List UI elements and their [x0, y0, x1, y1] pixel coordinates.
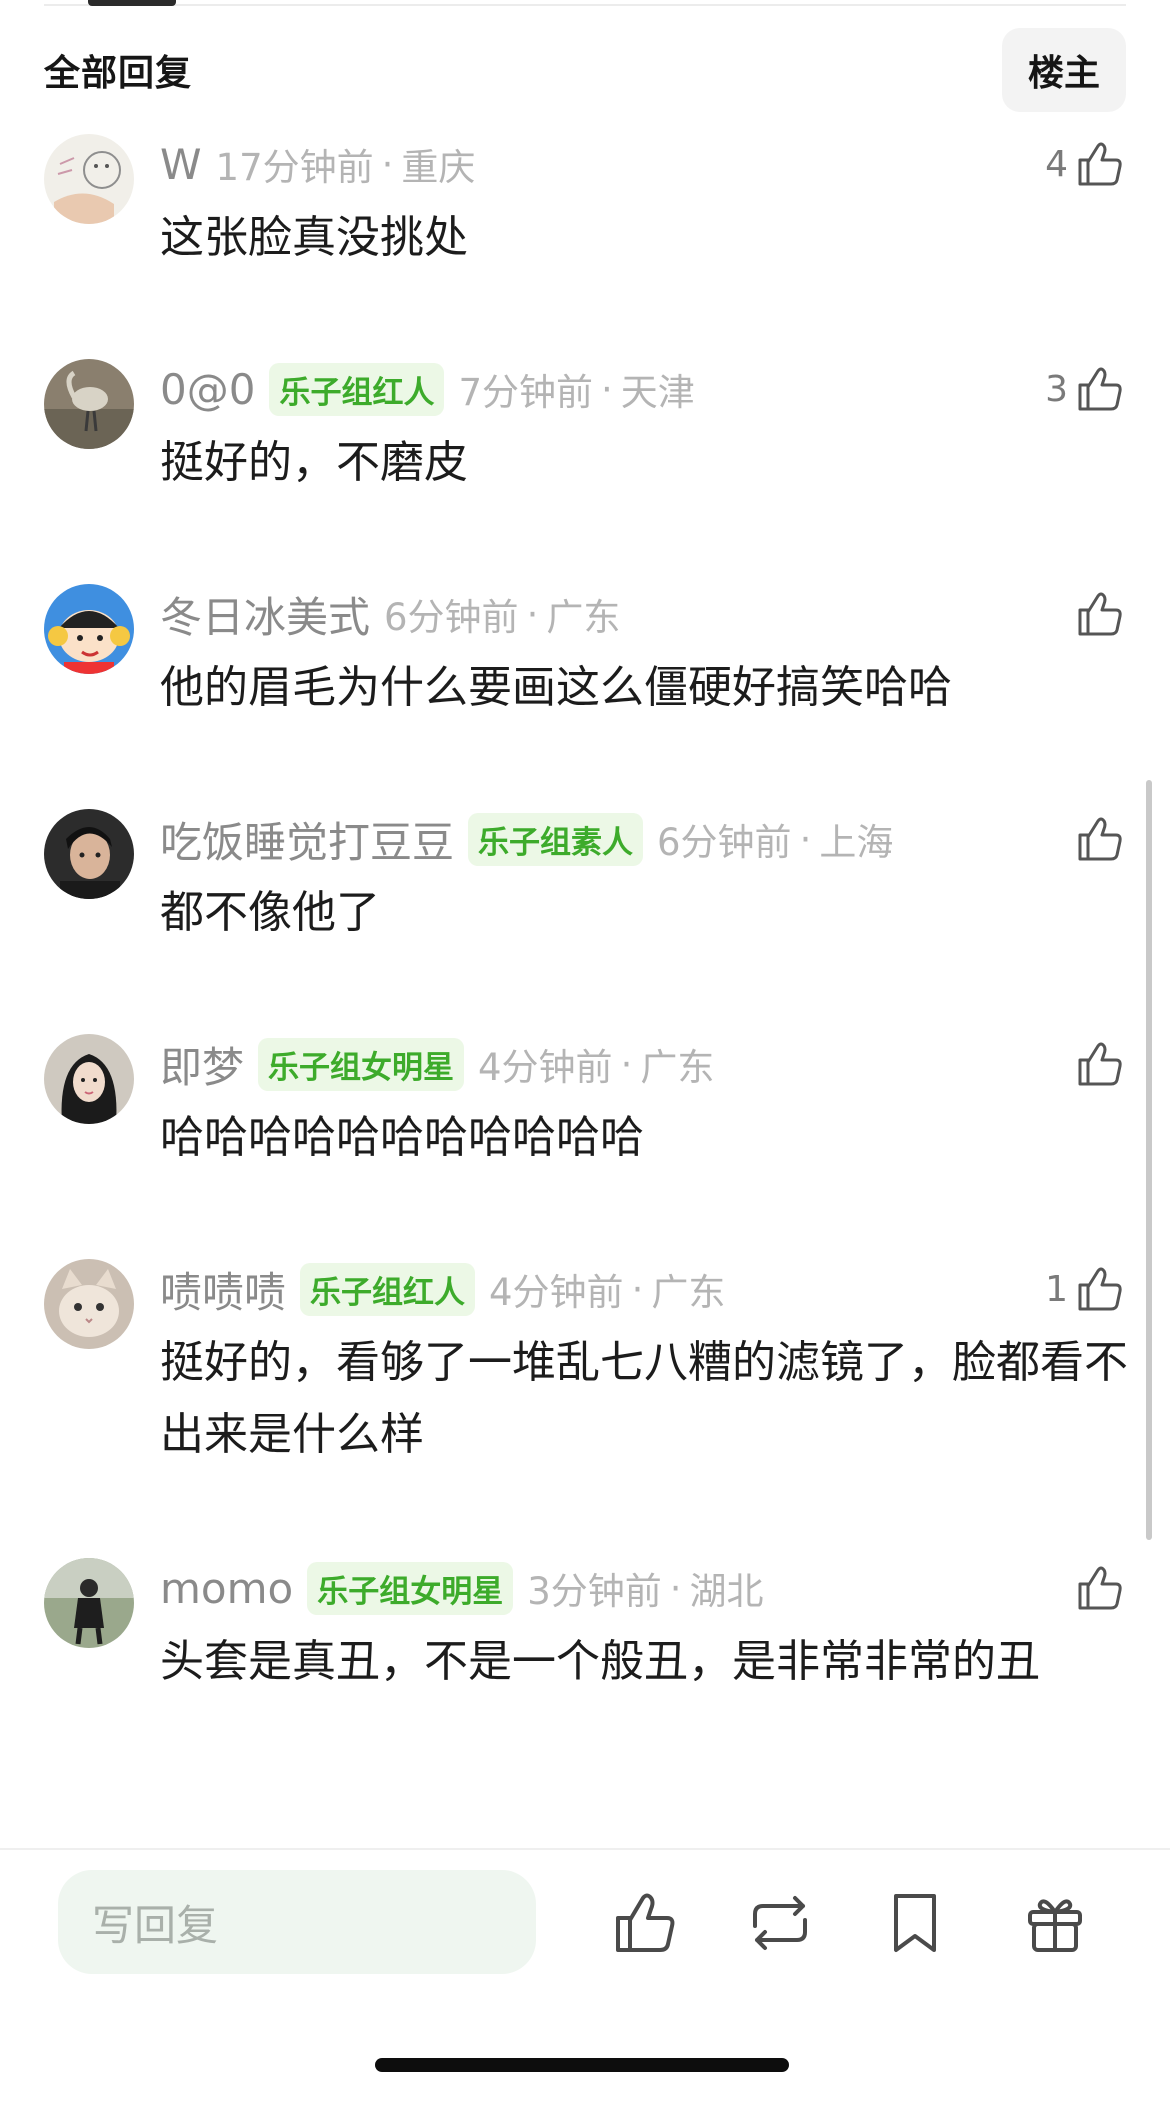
comment-location: 上海 — [819, 821, 894, 864]
comment-location: 天津 — [620, 371, 695, 414]
separator-dot: · — [601, 367, 613, 411]
separator-dot: · — [669, 1566, 682, 1610]
comment-time: 7分钟前 — [458, 371, 593, 414]
comment-time: 3分钟前 — [527, 1570, 662, 1613]
woman-portrait-avatar[interactable] — [44, 1034, 134, 1124]
comment-item: 冬日冰美式 6分钟前 · 广东 他的眉毛为什么要画这么僵硬好搞笑哈哈 — [44, 584, 1126, 734]
comment-meta: 吃饭睡觉打豆豆 乐子组素人 6分钟前 · 上海 — [160, 811, 893, 867]
like-button[interactable] — [1068, 809, 1126, 869]
comment-time: 4分钟前 — [489, 1271, 624, 1314]
comment-time: 6分钟前 — [384, 596, 519, 639]
like-button[interactable]: 1 — [1045, 1259, 1126, 1319]
separator-dot: · — [799, 817, 812, 861]
username[interactable]: 啧啧啧 — [160, 1259, 286, 1320]
user-badge[interactable]: 乐子组红人 — [269, 362, 445, 416]
comment-text: 他的眉毛为什么要画这么僵硬好搞笑哈哈 — [160, 662, 952, 713]
username[interactable]: 即梦 — [160, 1034, 244, 1095]
like-count: 1 — [1045, 1268, 1068, 1310]
owner-filter-button[interactable]: 楼主 — [1001, 28, 1126, 112]
comment-item: 0@0 乐子组红人 7分钟前 · 天津 3 挺好的，不磨皮 — [44, 359, 1126, 509]
comment-time: 6分钟前 — [657, 821, 792, 864]
comment-location: 广东 — [640, 1046, 715, 1089]
comment-text: 这张脸真没挑处 — [160, 212, 468, 263]
thumbs-up-icon — [1074, 138, 1126, 190]
thumbs-up-icon — [1074, 1562, 1126, 1614]
user-badge[interactable]: 乐子组素人 — [468, 812, 644, 866]
separator-dot: · — [526, 592, 539, 636]
comment-time: 4分钟前 — [478, 1046, 613, 1089]
like-count: 3 — [1045, 368, 1068, 410]
top-divider — [44, 4, 1126, 6]
comment-text: 哈哈哈哈哈哈哈哈哈哈哈 — [160, 1112, 644, 1163]
cartoon-boy-avatar[interactable] — [44, 584, 134, 674]
username[interactable]: 吃饭睡觉打豆豆 — [160, 809, 454, 870]
comment-meta: 冬日冰美式 6分钟前 · 广东 — [160, 586, 620, 642]
user-badge[interactable]: 乐子组女明星 — [307, 1561, 514, 1615]
comment-time: 17分钟前 — [215, 146, 374, 189]
thumbs-up-icon — [1074, 1263, 1126, 1315]
thumbs-up-icon — [1074, 363, 1126, 415]
thumbs-up-icon — [1074, 1038, 1126, 1090]
username[interactable]: momo — [160, 1564, 293, 1613]
bookmark-icon[interactable] — [880, 1888, 950, 1958]
sketch-avatar[interactable] — [44, 134, 134, 224]
like-icon[interactable] — [610, 1888, 680, 1958]
comment-item: 吃饭睡觉打豆豆 乐子组素人 6分钟前 · 上海 都不像他了 — [44, 809, 1126, 959]
comment-item: 啧啧啧 乐子组红人 4分钟前 · 广东 1 挺好的，看够了一堆乱七八糟的滤镜了，… — [44, 1259, 1128, 1469]
comment-item: momo 乐子组女明星 3分钟前 · 湖北 头套是真丑，不是一个般丑，是非常非常… — [44, 1558, 1126, 1768]
gift-icon[interactable] — [1020, 1888, 1090, 1958]
scrollbar[interactable] — [1146, 780, 1152, 1540]
like-button[interactable] — [1068, 1034, 1126, 1094]
comment-item: W 17分钟前 · 重庆 4 这张脸真没挑处 — [44, 134, 1126, 284]
repost-icon[interactable] — [745, 1888, 815, 1958]
portrait-avatar[interactable] — [44, 809, 134, 899]
comment-text: 挺好的，不磨皮 — [160, 437, 468, 488]
like-button[interactable]: 4 — [1045, 134, 1126, 194]
like-button[interactable] — [1068, 1558, 1126, 1618]
active-tab-indicator — [88, 0, 176, 6]
reply-input[interactable]: 写回复 — [58, 1870, 536, 1974]
bird-photo-avatar[interactable] — [44, 359, 134, 449]
comment-meta: momo 乐子组女明星 3分钟前 · 湖北 — [160, 1560, 764, 1616]
username[interactable]: 冬日冰美式 — [160, 584, 370, 645]
comment-meta: 0@0 乐子组红人 7分钟前 · 天津 — [160, 361, 695, 417]
user-badge[interactable]: 乐子组女明星 — [258, 1037, 465, 1091]
separator-dot: · — [620, 1042, 633, 1086]
comment-text: 都不像他了 — [160, 887, 380, 938]
comment-location: 广东 — [546, 596, 621, 639]
comment-meta: 啧啧啧 乐子组红人 4分钟前 · 广东 — [160, 1261, 725, 1317]
thumbs-up-icon — [1074, 813, 1126, 865]
comment-location: 重庆 — [401, 146, 476, 189]
comment-location: 湖北 — [689, 1570, 764, 1613]
comment-text: 挺好的，看够了一堆乱七八糟的滤镜了，脸都看不出来是什么样 — [160, 1337, 1128, 1460]
bottom-divider — [0, 1848, 1170, 1850]
comment-item: 即梦 乐子组女明星 4分钟前 · 广东 哈哈哈哈哈哈哈哈哈哈哈 — [44, 1034, 1126, 1184]
all-replies-title: 全部回复 — [44, 53, 193, 94]
thumbs-up-icon — [1074, 588, 1126, 640]
replies-header: 全部回复 楼主 — [44, 26, 1126, 114]
comment-meta: 即梦 乐子组女明星 4分钟前 · 广东 — [160, 1036, 714, 1092]
like-button[interactable]: 3 — [1045, 359, 1126, 419]
comment-text: 头套是真丑，不是一个般丑，是非常非常的丑 — [160, 1636, 1040, 1687]
outdoor-person-avatar[interactable] — [44, 1558, 134, 1648]
like-button[interactable] — [1068, 584, 1126, 644]
home-indicator[interactable] — [375, 2058, 789, 2072]
comment-meta: W 17分钟前 · 重庆 — [160, 136, 475, 192]
username[interactable]: 0@0 — [160, 365, 255, 414]
user-badge[interactable]: 乐子组红人 — [300, 1262, 476, 1316]
username[interactable]: W — [160, 140, 202, 189]
like-count: 4 — [1045, 143, 1068, 185]
comment-location: 广东 — [651, 1271, 726, 1314]
separator-dot: · — [381, 142, 394, 186]
cat-avatar[interactable] — [44, 1259, 134, 1349]
separator-dot: · — [631, 1267, 644, 1311]
